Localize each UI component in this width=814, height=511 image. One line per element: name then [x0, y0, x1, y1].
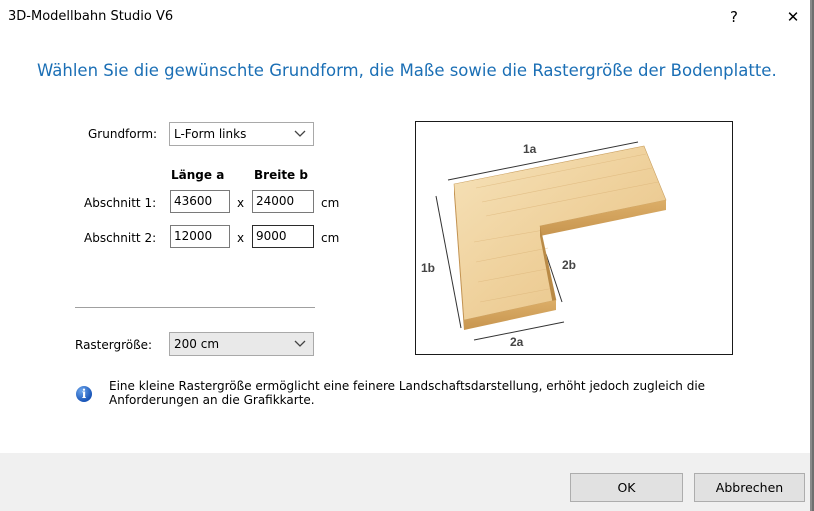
divider	[75, 307, 315, 308]
chevron-down-icon	[294, 340, 306, 347]
title-bar: 3D-Modellbahn Studio V6 ? ✕	[0, 0, 810, 34]
abschnitt1-label: Abschnitt 1:	[84, 196, 157, 210]
laenge-header: Länge a	[171, 168, 225, 182]
grundform-value: L-Form links	[174, 127, 247, 141]
dim-label-2a: 2a	[510, 335, 524, 349]
breite-header: Breite b	[254, 168, 308, 182]
cancel-button[interactable]: Abbrechen	[694, 473, 805, 502]
l-shape-board-image: 1a 1b 2a 2b	[421, 141, 667, 349]
dim-label-1b: 1b	[421, 261, 435, 275]
times-sign: x	[237, 196, 245, 210]
page-heading: Wählen Sie die gewünschte Grundform, die…	[37, 61, 777, 80]
dim-label-2b: 2b	[562, 258, 576, 272]
abschnitt2-breite-input[interactable]: 9000	[252, 225, 314, 248]
window-title: 3D-Modellbahn Studio V6	[8, 9, 174, 24]
dim-label-1a: 1a	[523, 142, 537, 156]
grundform-label: Grundform:	[88, 127, 158, 141]
info-text: Eine kleine Rastergröße ermöglicht eine …	[109, 379, 706, 407]
chevron-down-icon	[294, 130, 306, 137]
abschnitt2-label: Abschnitt 2:	[84, 231, 157, 245]
unit-label: cm	[321, 231, 340, 245]
times-sign: x	[237, 231, 245, 245]
rastergroesse-select[interactable]: 200 cm	[169, 332, 314, 356]
abschnitt2-laenge-input[interactable]: 12000	[170, 225, 230, 248]
unit-label: cm	[321, 196, 340, 210]
abschnitt1-breite-input[interactable]: 24000	[252, 190, 314, 213]
ok-button[interactable]: OK	[570, 473, 683, 502]
button-bar	[0, 453, 810, 511]
close-icon[interactable]: ✕	[781, 6, 805, 28]
raster-label: Rastergröße:	[75, 338, 153, 352]
raster-value: 200 cm	[174, 337, 220, 351]
help-icon[interactable]: ?	[722, 6, 746, 28]
info-icon: i	[76, 386, 92, 402]
grundform-select[interactable]: L-Form links	[169, 122, 314, 146]
dialog-window: 3D-Modellbahn Studio V6 ? ✕ Wählen Sie d…	[0, 0, 812, 511]
abschnitt1-laenge-input[interactable]: 43600	[170, 190, 230, 213]
shape-preview: 1a 1b 2a 2b	[415, 121, 733, 355]
